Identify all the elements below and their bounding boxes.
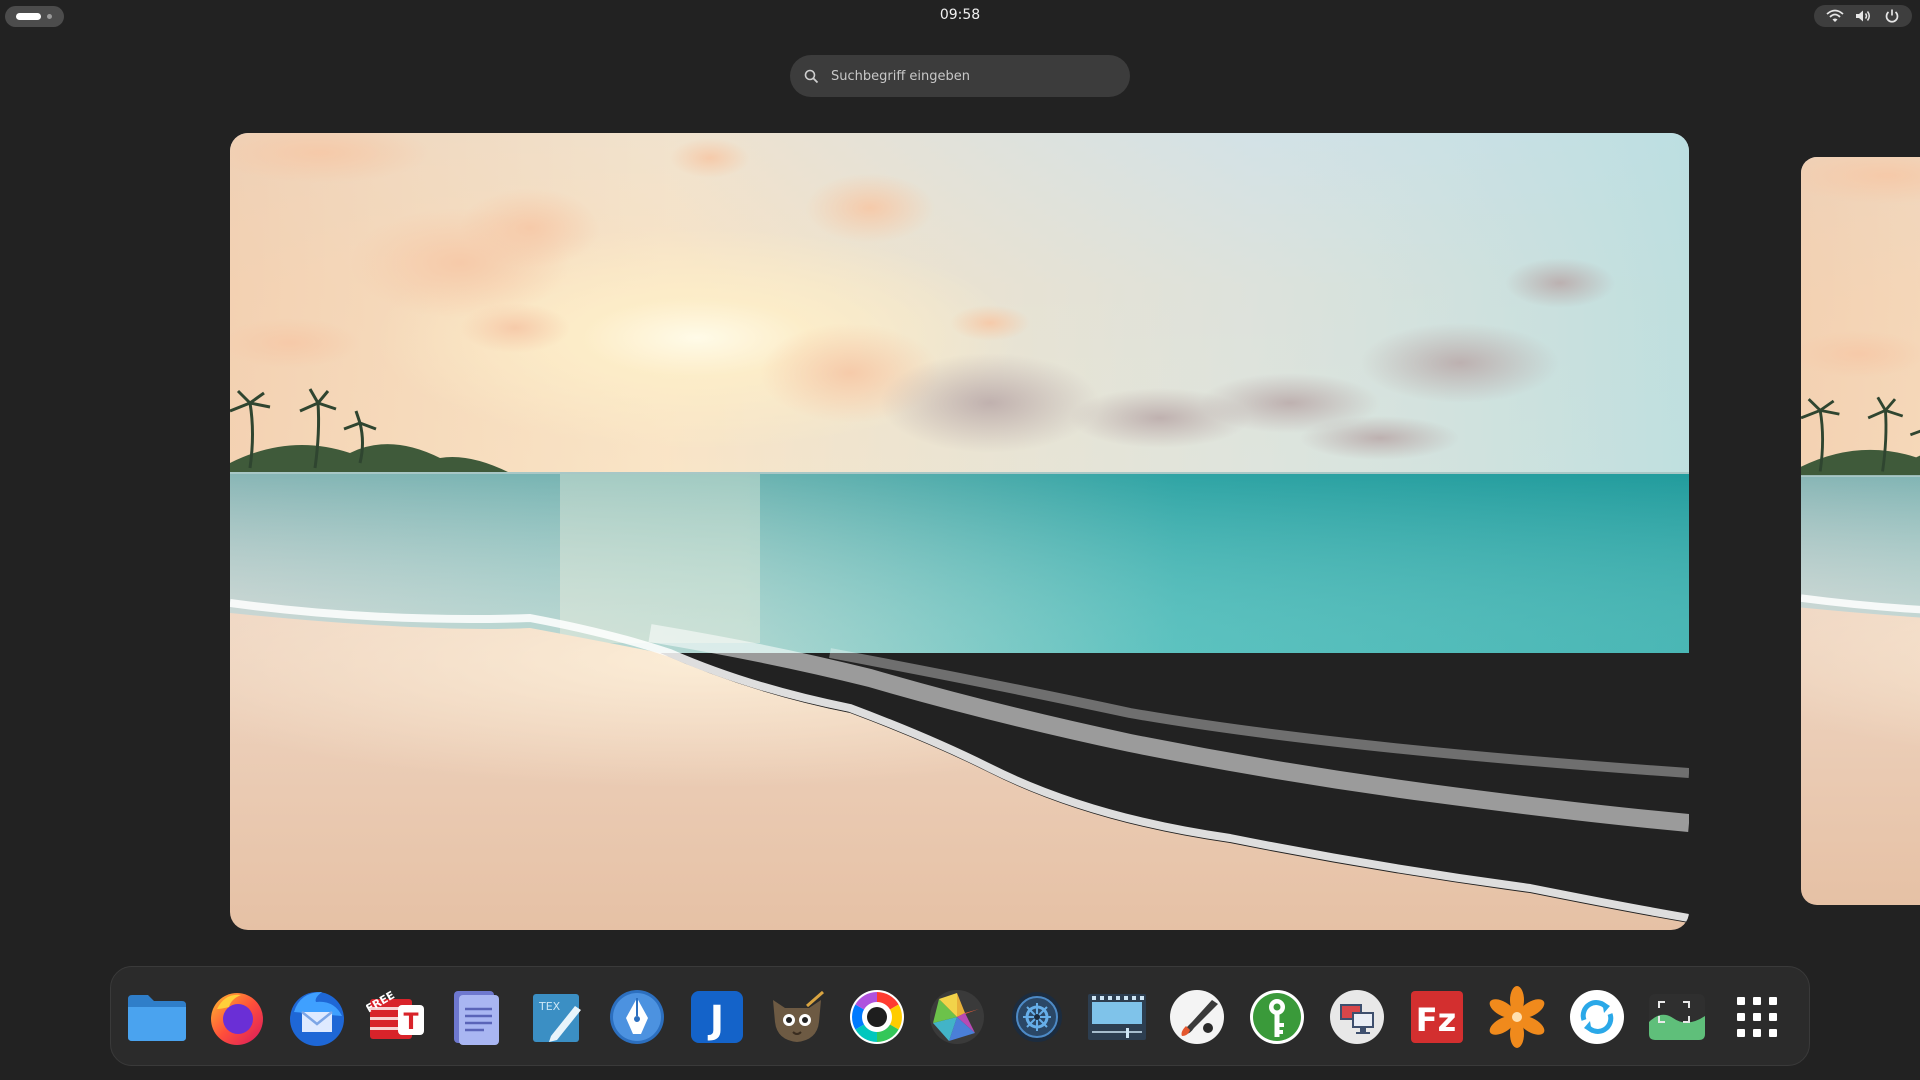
dock-app-sync[interactable] (1565, 985, 1629, 1049)
folder-icon (128, 995, 186, 1041)
disk-icon (1012, 992, 1062, 1042)
dock-app-tex-editor[interactable]: TEX (525, 985, 589, 1049)
dock-app-remote-desktop[interactable] (1325, 985, 1389, 1049)
svg-text:J: J (707, 998, 724, 1042)
network-wireless-icon (1826, 9, 1844, 22)
search-icon (804, 69, 819, 83)
dock-app-drawing[interactable] (1165, 985, 1229, 1049)
dock-app-inkscape[interactable] (605, 985, 669, 1049)
svg-text:Fz: Fz (1416, 1001, 1456, 1039)
search-input[interactable] (829, 67, 1103, 85)
dock-app-keepassxc[interactable] (1245, 985, 1309, 1049)
app-grid-icon (1737, 997, 1777, 1037)
svg-text:TEX: TEX (538, 1000, 561, 1013)
thunderbird-icon (290, 992, 344, 1046)
workspace-preview-current[interactable] (230, 133, 1689, 930)
dock-app-textmaker[interactable]: T FREE (365, 985, 429, 1049)
dock-app-document-viewer[interactable] (445, 985, 509, 1049)
power-icon (1886, 9, 1899, 23)
dock-app-disk-utility[interactable] (1005, 985, 1069, 1049)
dock-app-filezilla[interactable]: Fz (1405, 985, 1469, 1049)
tex-editor-icon: TEX (533, 994, 581, 1042)
top-bar: 09:58 (0, 0, 1920, 30)
aperture-icon (930, 990, 984, 1044)
key-icon (1250, 990, 1304, 1044)
dock-app-firefox[interactable] (205, 985, 269, 1049)
filezilla-icon: Fz (1411, 991, 1463, 1043)
clock[interactable]: 09:58 (940, 7, 980, 23)
dock-app-screenshot[interactable] (1645, 985, 1709, 1049)
show-apps-button[interactable] (1725, 985, 1789, 1049)
dock-app-color-picker[interactable] (845, 985, 909, 1049)
document-icon (454, 991, 499, 1045)
firefox-icon (211, 993, 263, 1045)
pinwheel-icon (1489, 986, 1545, 1048)
pen-nib-icon (610, 990, 664, 1044)
color-wheel-icon (850, 990, 904, 1044)
dock-app-thunderbird[interactable] (285, 985, 349, 1049)
film-editor-icon (1088, 994, 1146, 1040)
dock-app-video-editor[interactable] (1085, 985, 1149, 1049)
dash: T FREE TEX J Fz (110, 966, 1810, 1066)
paint-palette-icon (1170, 990, 1224, 1044)
sync-icon (1570, 990, 1624, 1044)
textmaker-free-icon: T FREE (366, 989, 424, 1039)
system-menu[interactable] (1814, 5, 1912, 27)
dock-app-joplin[interactable]: J (685, 985, 749, 1049)
remote-desktop-icon (1330, 990, 1384, 1044)
search-bar[interactable] (790, 55, 1130, 97)
gimp-icon (773, 990, 824, 1042)
dock-app-gimp[interactable] (765, 985, 829, 1049)
wallpaper-beach (1801, 157, 1920, 905)
speaker-volume-icon (1855, 10, 1870, 22)
screenshot-icon (1649, 994, 1705, 1040)
dock-app-shotwell[interactable] (925, 985, 989, 1049)
workspace-preview-next[interactable] (1801, 157, 1920, 905)
joplin-icon: J (691, 991, 743, 1043)
wallpaper-beach (230, 133, 1689, 930)
svg-text:T: T (403, 1010, 418, 1035)
dock-app-pinwheel[interactable] (1485, 985, 1549, 1049)
dock-app-files[interactable] (125, 985, 189, 1049)
